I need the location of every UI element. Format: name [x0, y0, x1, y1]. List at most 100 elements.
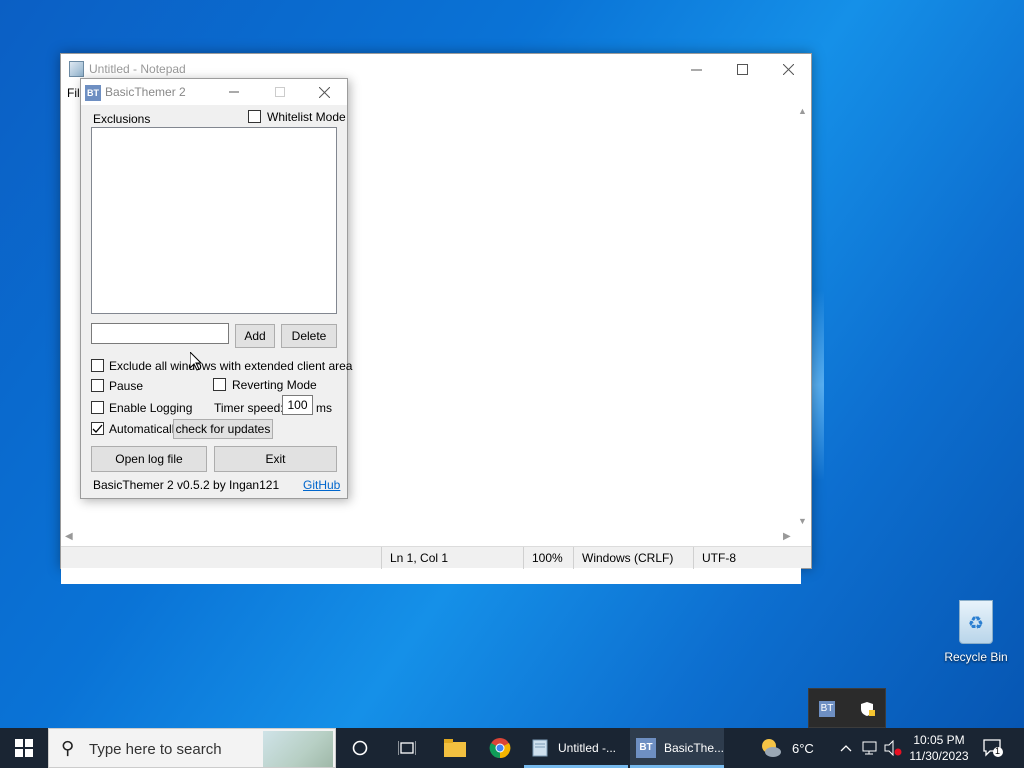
notepad-taskbar-icon — [532, 739, 548, 757]
delete-button[interactable]: Delete — [281, 324, 337, 348]
taskbar-app-notepad-label: Untitled -... — [558, 741, 617, 755]
tray-overflow-chevron[interactable] — [840, 728, 852, 768]
close-icon — [318, 86, 330, 98]
chevron-up-icon — [840, 745, 852, 752]
minimize-icon — [229, 91, 239, 93]
reverting-mode-label[interactable]: Reverting Mode — [232, 378, 317, 392]
exclusion-input[interactable] — [91, 323, 229, 344]
vertical-scrollbar[interactable]: ▲ ▼ — [794, 102, 811, 532]
taskbar-app-basicthemer[interactable]: BT BasicThe... — [630, 728, 724, 768]
bt-minimize-button[interactable] — [211, 79, 257, 105]
scroll-down-icon[interactable]: ▼ — [798, 516, 807, 526]
timer-unit-label: ms — [316, 401, 332, 415]
enable-logging-label[interactable]: Enable Logging — [109, 401, 192, 415]
minimize-icon — [690, 69, 702, 70]
taskbar-app-notepad[interactable]: Untitled -... — [524, 728, 628, 768]
network-tray-icon[interactable] — [862, 728, 878, 768]
tray-overflow-popup: BT — [808, 688, 886, 728]
basicthemer-tray-icon[interactable]: BT — [819, 701, 835, 717]
scroll-left-icon[interactable]: ◀ — [65, 531, 73, 542]
clock-date: 11/30/2023 — [909, 749, 969, 763]
maximize-icon — [736, 63, 748, 75]
github-link[interactable]: GitHub — [303, 478, 340, 492]
scroll-up-icon[interactable]: ▲ — [798, 106, 807, 116]
scroll-right-icon[interactable]: ▶ — [783, 531, 791, 542]
search-placeholder: Type here to search — [89, 741, 222, 758]
exclusions-label: Exclusions — [93, 112, 151, 126]
timer-speed-input[interactable]: 100 — [282, 395, 313, 415]
task-view-button[interactable] — [384, 728, 430, 768]
exclude-extended-label[interactable]: Exclude all windows with extended client… — [109, 359, 352, 373]
bt-maximize-button — [257, 79, 303, 105]
close-icon — [782, 63, 794, 75]
minimize-button[interactable] — [673, 54, 719, 84]
mouse-cursor-icon — [190, 352, 202, 371]
check-updates-button[interactable]: check for updates — [173, 419, 273, 439]
start-button[interactable] — [0, 728, 48, 768]
wallpaper-glow — [810, 290, 824, 480]
notepad-icon — [69, 61, 84, 77]
volume-muted-icon — [884, 740, 902, 756]
horizontal-scrollbar[interactable]: ◀ ▶ — [61, 529, 796, 546]
whitelist-mode-checkbox[interactable] — [248, 110, 261, 123]
basicthemer-titlebar[interactable]: BT BasicThemer 2 — [81, 79, 347, 105]
open-log-file-button[interactable]: Open log file — [91, 446, 207, 472]
pause-checkbox[interactable] — [91, 379, 104, 392]
version-text: BasicThemer 2 v0.5.2 by Ingan121 — [93, 478, 280, 492]
cortana-circle-icon — [352, 740, 368, 756]
timer-speed-label: Timer speed: — [214, 401, 284, 415]
status-bar: Ln 1, Col 1 100% Windows (CRLF) UTF-8 — [61, 546, 811, 569]
maximize-icon — [275, 87, 285, 97]
whitelist-mode-label[interactable]: Whitelist Mode — [267, 110, 346, 124]
search-icon: ⚲ — [61, 738, 75, 758]
file-explorer-button[interactable] — [432, 728, 478, 768]
file-explorer-icon — [444, 739, 466, 757]
basicthemer-window[interactable]: BT BasicThemer 2 Exclusions Whitelist Mo… — [80, 78, 352, 499]
maximize-button[interactable] — [719, 54, 765, 84]
taskbar-search-box[interactable]: ⚲ Type here to search — [48, 728, 336, 768]
notification-count: 1 — [995, 746, 1001, 756]
clock-time: 10:05 PM — [913, 733, 965, 747]
taskbar-clock[interactable]: 10:05 PM 11/30/2023 — [904, 732, 974, 764]
exclusions-list[interactable] — [91, 127, 337, 314]
security-tray-icon[interactable] — [859, 701, 875, 717]
reverting-mode-checkbox[interactable] — [213, 378, 226, 391]
pause-label[interactable]: Pause — [109, 379, 143, 393]
taskbar-app-basicthemer-label: BasicThe... — [663, 741, 724, 755]
chrome-icon — [489, 738, 511, 759]
exclude-extended-checkbox[interactable] — [91, 359, 104, 372]
recycle-bin[interactable]: ♻ Recycle Bin — [940, 600, 1012, 664]
task-view-icon — [398, 741, 416, 755]
checkmark-icon — [92, 424, 103, 433]
volume-tray-icon[interactable] — [884, 728, 902, 768]
basicthemer-title: BasicThemer 2 — [105, 85, 186, 99]
recycle-bin-label: Recycle Bin — [944, 650, 1008, 664]
search-highlight-illustration — [263, 731, 333, 767]
exit-button[interactable]: Exit — [214, 446, 337, 472]
menu-file[interactable]: Fil — [67, 86, 80, 100]
add-button[interactable]: Add — [235, 324, 275, 348]
notepad-title: Untitled - Notepad — [89, 62, 186, 76]
network-icon — [862, 741, 877, 755]
status-line-ending: Windows (CRLF) — [573, 547, 693, 569]
windows-logo-icon — [15, 739, 33, 757]
basicthemer-taskbar-icon: BT — [636, 738, 656, 758]
basicthemer-icon: BT — [85, 85, 101, 101]
weather-moon-cloud-icon — [762, 739, 781, 757]
auto-update-checkbox[interactable] — [91, 422, 104, 435]
bt-close-button[interactable] — [301, 79, 347, 105]
chrome-button[interactable] — [477, 728, 523, 768]
close-button[interactable] — [765, 54, 811, 84]
auto-update-label[interactable]: Automatically — [109, 422, 180, 436]
recycle-bin-icon: ♻ — [959, 600, 993, 644]
weather-temperature: 6°C — [792, 740, 814, 756]
weather-widget[interactable]: 6°C — [760, 728, 814, 768]
notification-icon — [983, 739, 1003, 757]
enable-logging-checkbox[interactable] — [91, 401, 104, 414]
status-position: Ln 1, Col 1 — [381, 547, 523, 569]
status-encoding: UTF-8 — [693, 547, 811, 569]
action-center-button[interactable]: 1 — [982, 728, 1004, 768]
cortana-button[interactable] — [337, 728, 383, 768]
taskbar: ⚲ Type here to search Untitled -... BT B… — [0, 728, 1024, 768]
status-zoom: 100% — [523, 547, 573, 569]
